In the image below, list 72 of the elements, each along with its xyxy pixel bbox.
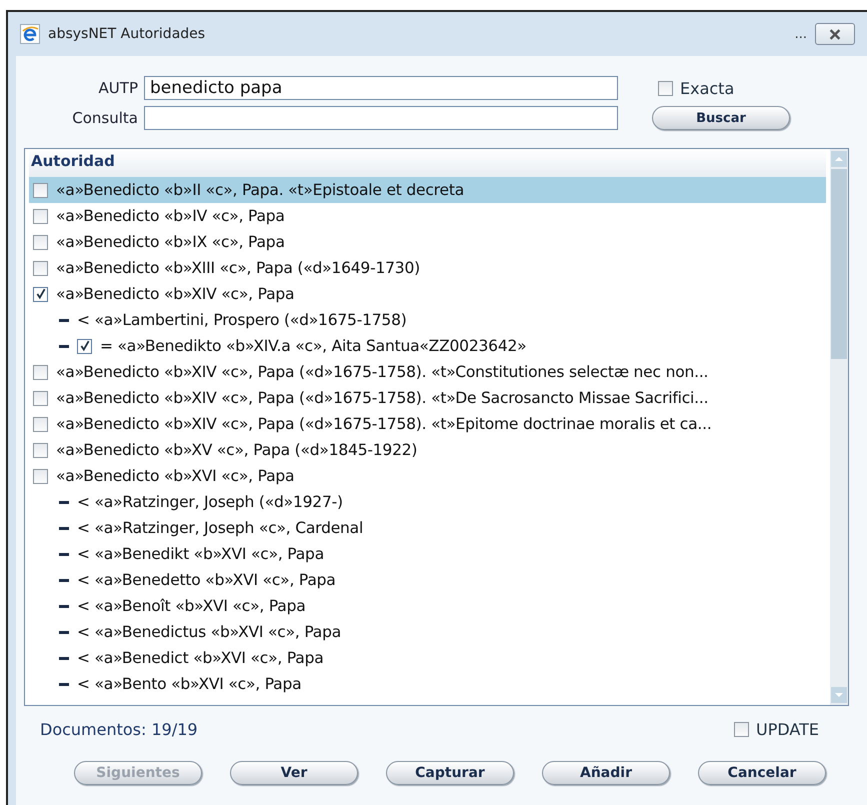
list-row[interactable]: «a»Benedicto «b»XIV «c», Papa xyxy=(29,281,826,307)
checkbox-label: Exacta xyxy=(680,78,734,98)
row-checkbox[interactable] xyxy=(33,286,48,302)
reference-entry: < «a»Benedetto «b»XVI «c», Papa xyxy=(77,571,336,589)
list-row[interactable]: «a»Benedicto «b»XIII «c», Papa («d»1649-1730) xyxy=(29,255,826,281)
scroll-thumb[interactable] xyxy=(831,169,847,359)
row-checkbox[interactable] xyxy=(33,260,48,276)
row-checkbox[interactable] xyxy=(33,390,48,406)
reference-entry: < «a»Bento «b»XVI «c», Papa xyxy=(77,675,302,693)
row-checkbox[interactable] xyxy=(33,416,48,432)
list-row[interactable]: «a»Benedicto «b»XIV «c», Papa («d»1675-1758). «t»De Sacrosancto Missae Sacrifici... xyxy=(29,385,826,411)
update-checkbox[interactable] xyxy=(734,722,750,737)
close-button[interactable] xyxy=(815,23,855,45)
action-button[interactable]: Ver xyxy=(230,761,358,785)
list-row[interactable]: «a»Benedicto «b»IX «c», Papa xyxy=(29,229,826,255)
search-button[interactable]: Buscar xyxy=(652,106,790,130)
row-checkbox[interactable] xyxy=(33,468,48,484)
reference-entry: < «a»Ratzinger, Joseph («d»1927-) xyxy=(77,493,343,511)
reference-entry: < «a»Benedictus «b»XVI «c», Papa xyxy=(77,623,342,641)
row-checkbox[interactable] xyxy=(33,234,48,250)
exacta-checkbox[interactable] xyxy=(658,80,673,96)
dash-icon xyxy=(59,552,69,556)
authority-entry: «a»Benedicto «b»XVI «c», Papa xyxy=(56,467,294,485)
authority-entry: «a»Benedicto «b»XV «c», Papa («d»1845-1922) xyxy=(56,441,418,459)
browser-logo-icon xyxy=(20,24,40,44)
dash-icon xyxy=(59,682,69,686)
authority-entry: «a»Benedicto «b»IV «c», Papa xyxy=(56,207,285,225)
window-title: absysNET Autoridades xyxy=(48,26,206,42)
close-icon xyxy=(828,28,842,40)
action-button[interactable]: Cancelar xyxy=(698,761,826,785)
autp-input-field[interactable]: benedicto papa xyxy=(144,76,618,100)
authority-entry: «a»Benedicto «b»XIV «c», Papa xyxy=(56,285,294,303)
dash-icon xyxy=(59,578,69,582)
action-button[interactable]: Añadir xyxy=(542,761,670,785)
more-menu[interactable]: ... xyxy=(794,26,807,42)
authority-entry: «a»Benedicto «b»IX «c», Papa xyxy=(56,233,285,251)
reference-entry: < «a»Benoît «b»XVI «c», Papa xyxy=(77,597,306,615)
reference-entry: < «a»Benedict «b»XVI «c», Papa xyxy=(77,649,324,667)
list-row[interactable]: «a»Benedicto «b»II «c», Papa. «t»Epistoale et decreta xyxy=(29,177,826,203)
reference-entry: < «a»Ratzinger, Joseph «c», Cardenal xyxy=(77,519,364,537)
authority-entry: «a»Benedicto «b»XIV «c», Papa («d»1675-1758). «t»Constitutiones selectæ nec non... xyxy=(56,363,708,381)
reference-entry: = «a»Benedikto «b»XIV.a «c», Aita Santua«ZZ0023642» xyxy=(100,337,526,355)
authority-entry: «a»Benedicto «b»II «c», Papa. «t»Epistoale et decreta xyxy=(56,181,464,199)
row-checkbox[interactable] xyxy=(77,338,92,354)
document-count: Documentos: 19/19 xyxy=(40,720,198,739)
dash-icon xyxy=(59,500,69,504)
authority-entry: «a»Benedicto «b»XIII «c», Papa («d»1649-1730) xyxy=(56,259,420,277)
row-checkbox[interactable] xyxy=(33,208,48,224)
dash-icon xyxy=(59,526,69,530)
reference-entry: < «a»Benedikt «b»XVI «c», Papa xyxy=(77,545,324,563)
checkbox-label: UPDATE xyxy=(756,720,819,739)
field-label: Consulta xyxy=(71,109,138,127)
authority-entry: «a»Benedicto «b»XIV «c», Papa («d»1675-1758). «t»De Sacrosancto Missae Sacrifici... xyxy=(56,389,708,407)
list-row[interactable]: «a»Benedicto «b»IV «c», Papa xyxy=(29,203,826,229)
dash-icon xyxy=(59,630,69,634)
list-row[interactable]: «a»Benedicto «b»XV «c», Papa («d»1845-1922) xyxy=(29,437,826,463)
row-checkbox[interactable] xyxy=(33,364,48,380)
dash-icon xyxy=(59,318,69,322)
list-row[interactable]: «a»Benedicto «b»XIV «c», Papa («d»1675-1758). «t»Constitutiones selectæ nec non... xyxy=(29,359,826,385)
scrollbar[interactable] xyxy=(830,149,848,705)
field-label: AUTP xyxy=(98,79,138,97)
dash-icon xyxy=(59,604,69,608)
reference-entry: < «a»Lambertini, Prospero («d»1675-1758) xyxy=(77,311,407,329)
list-row[interactable]: «a»Benedicto «b»XVI «c», Papa xyxy=(29,463,826,489)
row-checkbox[interactable] xyxy=(33,182,48,198)
dash-icon xyxy=(59,656,69,660)
list-row[interactable]: «a»Benedicto «b»XIV «c», Papa («d»1675-1758). «t»Epitome doctrinae moralis et ca... xyxy=(29,411,826,437)
consulta-input-field[interactable] xyxy=(144,106,618,130)
row-checkbox[interactable] xyxy=(33,442,48,458)
authority-entry: «a»Benedicto «b»XIV «c», Papa («d»1675-1758). «t»Epitome doctrinae moralis et ca... xyxy=(56,415,712,433)
action-button[interactable]: Capturar xyxy=(386,761,514,785)
dash-icon xyxy=(59,344,69,348)
